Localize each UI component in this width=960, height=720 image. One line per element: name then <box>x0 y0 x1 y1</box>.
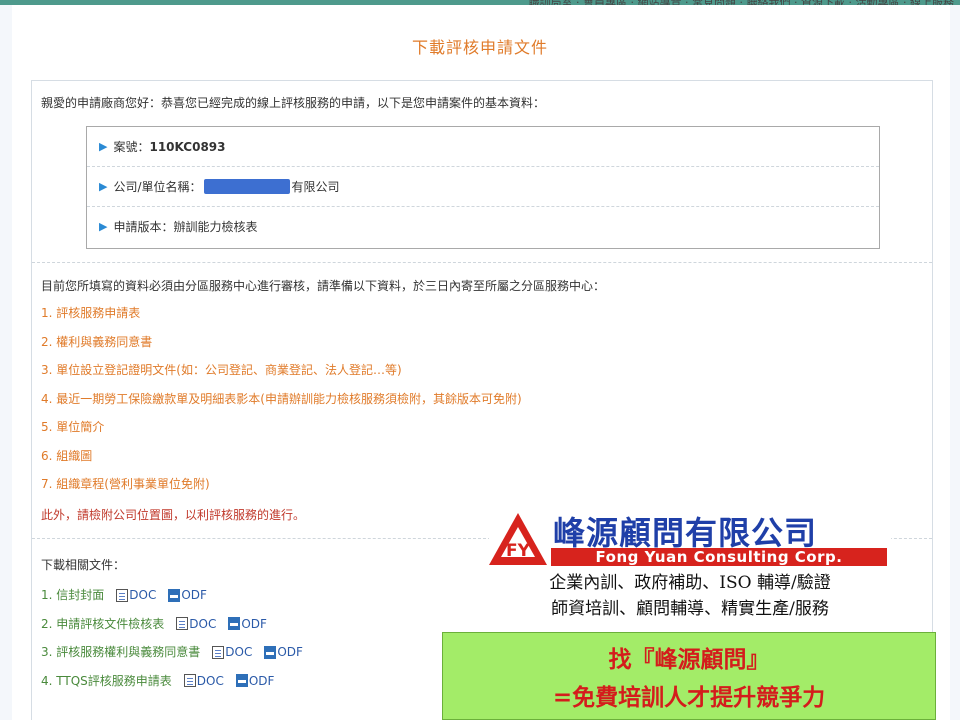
odf-link-text[interactable]: ODF <box>277 642 303 662</box>
downloads-list: 1. 信封封面 DOC ODF 2. 申請評核文件檢核表 DOC ODF 3. … <box>41 581 303 695</box>
odf-link-text[interactable]: ODF <box>249 671 275 691</box>
page-title: 下載評核申請文件 <box>411 38 548 57</box>
odf-file-icon <box>168 588 181 602</box>
list-item: 3. 單位設立登記證明文件(如：公司登記、商業登記、法人登記…等) <box>41 363 402 377</box>
company-name-label: 公司/單位名稱： <box>113 179 202 194</box>
download-item: 2. 申請評核文件檢核表 DOC ODF <box>41 610 303 639</box>
odf-file-icon <box>228 617 241 631</box>
doc-file-icon <box>176 617 189 631</box>
triangle-right-icon: ▶ <box>99 220 108 233</box>
odf-link-text[interactable]: ODF <box>181 585 207 605</box>
doc-file-icon <box>212 645 225 659</box>
review-notice: 目前您所填寫的資料必須由分區服務中心進行審核，請準備以下資料，於三日內寄至所屬之… <box>41 279 606 293</box>
top-nav[interactable]: 職訓局室 · 會員專區 · 網站導覽 · 常見問題 · 聯絡我們 · 資源下載 … <box>529 0 954 5</box>
download-doc-link[interactable]: DOC <box>183 671 224 691</box>
ad-company-logo: FY 峰源顧問有限公司 Fong Yuan Consulting Corp. <box>489 510 891 568</box>
odf-link-text[interactable]: ODF <box>241 614 267 634</box>
odf-file-icon <box>264 645 277 659</box>
version-value: 辦訓能力檢核表 <box>173 220 258 234</box>
company-name-row: ▶ 公司/單位名稱： 有限公司 <box>87 167 879 207</box>
download-odf-link[interactable]: ODF <box>235 671 275 691</box>
download-item-label: 1. 信封封面 <box>41 588 105 603</box>
download-doc-link[interactable]: DOC <box>176 614 216 634</box>
case-number-label: 案號： <box>113 139 150 154</box>
requirements-list: 1. 評核服務申請表 2. 權利與義務同意書 3. 單位設立登記證明文件(如：公… <box>41 304 522 504</box>
download-odf-link[interactable]: ODF <box>264 642 303 662</box>
download-odf-link[interactable]: ODF <box>228 614 267 634</box>
ad-cta-banner: 找『峰源顧問』 =免費培訓人才提升競爭力 <box>442 632 936 720</box>
greeting-text: 親愛的申請廠商您好：恭喜您已經完成的線上評核服務的申請，以下是您申請案件的基本資… <box>41 96 546 110</box>
ad-services-line: 企業內訓、政府補助、ISO 輔導/驗證 <box>549 573 831 593</box>
case-number-value: 110KC0893 <box>149 139 226 154</box>
download-item-label: 2. 申請評核文件檢核表 <box>41 616 165 631</box>
list-item: 2. 權利與義務同意書 <box>41 334 153 349</box>
list-item: 7. 組織章程(營利事業單位免附) <box>41 477 210 491</box>
odf-file-icon <box>235 674 248 688</box>
download-item-label: 3. 評核服務權利與義務同意書 <box>41 645 201 660</box>
ad-cta-line: =免費培訓人才提升競爭力 <box>552 685 826 711</box>
download-odf-link[interactable]: ODF <box>168 585 207 605</box>
doc-file-icon <box>183 674 196 688</box>
download-item: 4. TTQS評核服務申請表 DOC ODF <box>41 667 303 696</box>
download-item: 3. 評核服務權利與義務同意書 DOC ODF <box>41 638 303 667</box>
list-item: 1. 評核服務申請表 <box>41 306 141 320</box>
list-item: 4. 最近一期勞工保險繳款單及明細表影本(申請辦訓能力檢核服務須檢附，其餘版本可… <box>41 391 522 406</box>
version-row: ▶ 申請版本： 辦訓能力檢核表 <box>87 207 879 247</box>
fy-logo-icon: FY <box>489 513 547 565</box>
downloads-title: 下載相關文件： <box>41 558 126 572</box>
list-item: 5. 單位簡介 <box>41 420 105 434</box>
triangle-right-icon: ▶ <box>99 139 108 153</box>
download-doc-link[interactable]: DOC <box>116 585 156 605</box>
extra-note: 此外，請檢附公司位置圖，以利評核服務的進行。 <box>41 508 306 522</box>
doc-file-icon <box>116 588 129 602</box>
ad-services-line: 師資培訓、顧問輔導、精實生產/服務 <box>551 599 829 619</box>
section-divider <box>32 262 932 263</box>
logo-letters: FY <box>506 541 531 561</box>
download-item: 1. 信封封面 DOC ODF <box>41 581 303 610</box>
doc-link-text[interactable]: DOC <box>225 642 252 662</box>
company-name-suffix: 有限公司 <box>291 179 340 194</box>
doc-link-text[interactable]: DOC <box>129 585 156 605</box>
left-gutter <box>0 5 12 720</box>
redacted-block <box>203 179 290 194</box>
right-gutter <box>950 5 960 720</box>
download-item-label: 4. TTQS評核服務申請表 <box>41 673 172 688</box>
ad-company-name-en: Fong Yuan Consulting Corp. <box>551 548 887 566</box>
doc-link-text[interactable]: DOC <box>189 614 216 634</box>
download-doc-link[interactable]: DOC <box>212 642 252 662</box>
doc-link-text[interactable]: DOC <box>197 671 224 691</box>
triangle-right-icon: ▶ <box>99 179 108 193</box>
ad-services: 企業內訓、政府補助、ISO 輔導/驗證 師資培訓、顧問輔導、精實生產/服務 <box>489 570 891 622</box>
case-number-row: ▶ 案號： 110KC0893 <box>87 127 879 167</box>
version-label: 申請版本： <box>113 220 174 234</box>
list-item: 6. 組織圖 <box>41 448 93 463</box>
ad-cta-line: 找『峰源顧問』 <box>608 647 770 673</box>
case-info-box: ▶ 案號： 110KC0893 ▶ 公司/單位名稱： 有限公司 ▶ 申請版本： … <box>86 126 880 249</box>
